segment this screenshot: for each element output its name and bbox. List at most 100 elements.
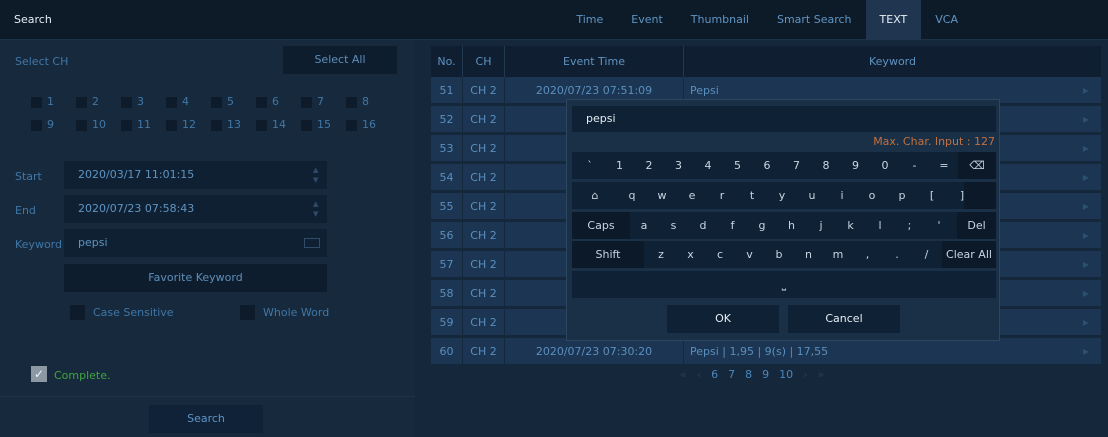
whole-word-checkbox[interactable] [240, 305, 255, 320]
key-5[interactable]: n [795, 241, 823, 268]
last-page-icon[interactable]: » [818, 368, 825, 381]
key-1[interactable]: 1 [606, 152, 634, 179]
channel-checkbox-4[interactable]: 4 [166, 95, 212, 109]
tab-smart-search[interactable]: Smart Search [763, 0, 866, 40]
key-0[interactable]: ` [576, 152, 604, 179]
key-9[interactable]: ; [896, 212, 924, 239]
checkbox-box[interactable] [346, 120, 357, 131]
shift-key[interactable]: Shift [572, 241, 644, 268]
end-up-arrow-icon[interactable]: ▲ [313, 200, 321, 208]
key-8[interactable]: 8 [812, 152, 840, 179]
key-7[interactable]: k [837, 212, 865, 239]
play-arrow-icon[interactable]: ▶ [1083, 338, 1089, 365]
key-u[interactable]: u [798, 182, 826, 209]
key-2[interactable]: d [689, 212, 717, 239]
checkbox-box[interactable] [121, 120, 132, 131]
play-arrow-icon[interactable]: ▶ [1083, 164, 1089, 191]
key-5[interactable]: 5 [724, 152, 752, 179]
tab-vca[interactable]: VCA [921, 0, 972, 40]
channel-checkbox-12[interactable]: 12 [166, 118, 212, 132]
key-1[interactable]: x [677, 241, 705, 268]
channel-checkbox-15[interactable]: 15 [301, 118, 347, 132]
key-6[interactable]: j [807, 212, 835, 239]
checkbox-box[interactable] [31, 120, 42, 131]
play-arrow-icon[interactable]: ▶ [1083, 309, 1089, 336]
channel-checkbox-14[interactable]: 14 [256, 118, 302, 132]
keyword-input[interactable]: pepsi [64, 229, 327, 257]
key-10[interactable]: 0 [871, 152, 899, 179]
play-arrow-icon[interactable]: ▶ [1083, 77, 1089, 104]
page-6[interactable]: 6 [711, 368, 718, 381]
channel-checkbox-11[interactable]: 11 [121, 118, 167, 132]
prev-page-icon[interactable]: ‹ [697, 368, 701, 381]
checkbox-box[interactable] [301, 97, 312, 108]
key-e[interactable]: e [678, 182, 706, 209]
key-1[interactable]: s [660, 212, 688, 239]
key-11[interactable]: - [901, 152, 929, 179]
checkbox-box[interactable] [76, 97, 87, 108]
key-7[interactable]: , [854, 241, 882, 268]
channel-checkbox-2[interactable]: 2 [76, 95, 122, 109]
tab-thumbnail[interactable]: Thumbnail [677, 0, 763, 40]
key-0[interactable]: a [630, 212, 658, 239]
checkbox-box[interactable] [211, 97, 222, 108]
key-8[interactable]: . [883, 241, 911, 268]
first-page-icon[interactable]: « [680, 368, 687, 381]
play-arrow-icon[interactable]: ▶ [1083, 135, 1089, 162]
play-arrow-icon[interactable]: ▶ [1083, 251, 1089, 278]
page-7[interactable]: 7 [728, 368, 735, 381]
tab-text[interactable]: TEXT [865, 0, 922, 40]
checkbox-box[interactable] [301, 120, 312, 131]
caps-key[interactable]: Caps [572, 212, 630, 239]
key-3[interactable]: 3 [665, 152, 693, 179]
page-9[interactable]: 9 [762, 368, 769, 381]
key-3[interactable]: f [719, 212, 747, 239]
key-2[interactable]: c [706, 241, 734, 268]
channel-checkbox-9[interactable]: 9 [31, 118, 77, 132]
search-button[interactable]: Search [149, 405, 263, 433]
key-4[interactable]: 4 [694, 152, 722, 179]
checkbox-box[interactable] [121, 97, 132, 108]
start-down-arrow-icon[interactable]: ▼ [313, 176, 321, 184]
keyboard-input[interactable]: pepsi [572, 106, 996, 132]
key-w[interactable]: w [648, 182, 676, 209]
clear-all-key[interactable]: Clear All [942, 241, 996, 268]
checkbox-box[interactable] [346, 97, 357, 108]
checkbox-box[interactable] [211, 120, 222, 131]
channel-checkbox-7[interactable]: 7 [301, 95, 347, 109]
table-row[interactable]: 60 CH 2 2020/07/23 07:30:20 Pepsi | 1,95 | … [431, 338, 1101, 365]
key-y[interactable]: y [768, 182, 796, 209]
key-4[interactable]: b [765, 241, 793, 268]
channel-checkbox-16[interactable]: 16 [346, 118, 392, 132]
play-arrow-icon[interactable]: ▶ [1083, 280, 1089, 307]
end-time-field[interactable]: 2020/07/23 07:58:43 ▲ ▼ [64, 195, 327, 223]
play-arrow-icon[interactable]: ▶ [1083, 222, 1089, 249]
tab-time[interactable]: Time [562, 0, 617, 40]
key-r[interactable]: r [708, 182, 736, 209]
key-6[interactable]: m [824, 241, 852, 268]
channel-checkbox-13[interactable]: 13 [211, 118, 257, 132]
key-t[interactable]: t [738, 182, 766, 209]
checkbox-box[interactable] [166, 120, 177, 131]
favorite-keyword-button[interactable]: Favorite Keyword [64, 264, 327, 292]
channel-checkbox-1[interactable]: 1 [31, 95, 77, 109]
checkbox-box[interactable] [256, 120, 267, 131]
home-icon[interactable]: ⌂ [574, 182, 616, 209]
channel-checkbox-6[interactable]: 6 [256, 95, 302, 109]
space-key[interactable]: ⎵ [572, 271, 996, 298]
page-8[interactable]: 8 [745, 368, 752, 381]
play-arrow-icon[interactable]: ▶ [1083, 193, 1089, 220]
page-10[interactable]: 10 [779, 368, 793, 381]
case-sensitive-checkbox[interactable] [70, 305, 85, 320]
checkbox-box[interactable] [256, 97, 267, 108]
key-i[interactable]: i [828, 182, 856, 209]
key-10[interactable]: ' [925, 212, 953, 239]
key-7[interactable]: 7 [783, 152, 811, 179]
key-6[interactable]: 6 [753, 152, 781, 179]
delete-key[interactable]: Del [957, 212, 996, 239]
key-9[interactable]: / [913, 241, 941, 268]
key-2[interactable]: 2 [635, 152, 663, 179]
key-o[interactable]: o [858, 182, 886, 209]
channel-checkbox-5[interactable]: 5 [211, 95, 257, 109]
start-time-field[interactable]: 2020/03/17 11:01:15 ▲ ▼ [64, 161, 327, 189]
